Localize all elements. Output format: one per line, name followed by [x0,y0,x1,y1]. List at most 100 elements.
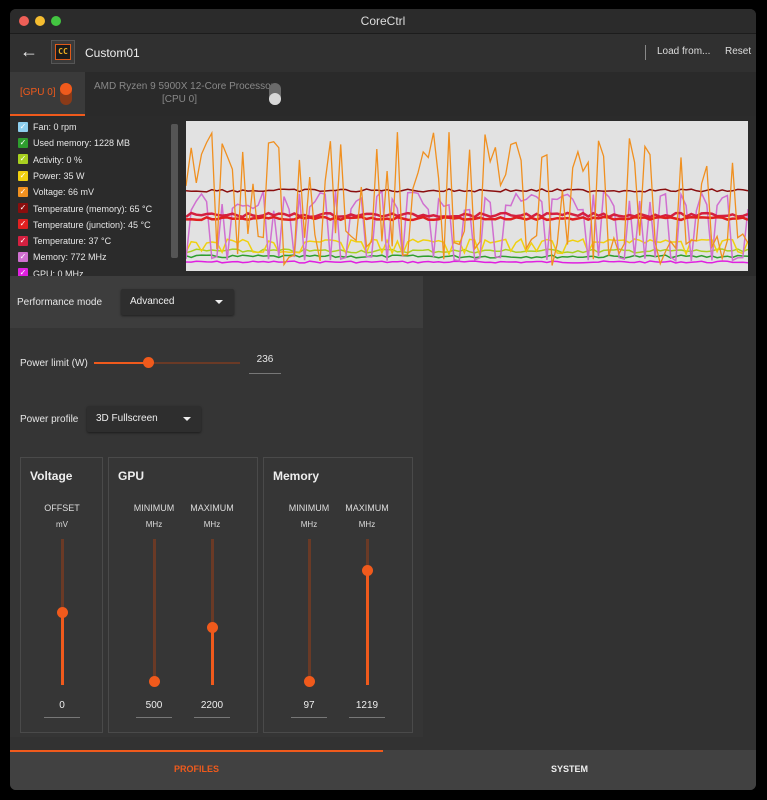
slider-fill [366,569,369,685]
slider-handle[interactable] [57,607,68,618]
sensor-item[interactable]: ✓ Fan: 0 rpm [18,120,77,134]
sensor-checkbox[interactable]: ✓ [18,170,28,181]
voltage-group: Voltage OFFSET mV 0 [20,457,103,733]
sensor-checkbox[interactable]: ✓ [18,219,28,230]
app-window: CoreCtrl ← CC Custom01 Load from... Rese… [10,9,756,790]
power-limit-label: Power limit (W) [20,358,88,369]
slider-handle[interactable] [143,357,155,368]
back-arrow-icon[interactable]: ← [20,41,38,62]
sensor-item[interactable]: ✓ Activity: 0 % [18,153,82,167]
sensor-label: Temperature: 37 °C [33,236,112,247]
voltage-offset-slider[interactable] [57,539,68,685]
header-divider [645,45,646,60]
toggle-knob [60,83,72,95]
sensor-list: ✓ Fan: 0 rpm ✓ Used memory: 1228 MB ✓ Activit… [10,116,182,276]
chevron-down-icon [183,417,191,421]
load-from-button[interactable]: Load from... [657,46,710,57]
sensor-checkbox[interactable]: ✓ [18,137,28,148]
sensor-item[interactable]: ✓ Temperature (junction): 45 °C [18,218,151,232]
power-profile-value: 3D Fullscreen [96,413,158,424]
sensor-item[interactable]: ✓ Used memory: 1228 MB [18,136,130,150]
profile-cpu-icon: CC [51,40,75,64]
tab-profiles[interactable]: PROFILES [10,750,383,790]
reset-button[interactable]: Reset [725,46,751,57]
sensor-graph-plot [186,121,748,271]
gpu-controls-panel: Performance mode Advanced Power limit (W… [10,276,423,737]
voltage-title: Voltage [30,469,73,483]
value-underline [349,717,385,718]
title-bar: CoreCtrl [10,9,756,34]
slider-fill [211,626,214,685]
tab-system[interactable]: SYSTEM [383,750,756,790]
voltage-unit: mV [56,520,68,529]
voltage-offset-value[interactable]: 0 [44,700,80,711]
performance-mode-dropdown[interactable]: Advanced [121,289,234,315]
toggle-knob [269,93,281,105]
sensor-item[interactable]: ✓ Temperature (memory): 65 °C [18,202,152,216]
sensor-checkbox[interactable]: ✓ [18,203,28,214]
sensor-label: Used memory: 1228 MB [33,138,131,149]
value-underline [136,717,172,718]
gpu-title: GPU [118,469,145,483]
power-limit-slider[interactable] [94,357,240,368]
gpu-clock-group: GPU MINIMUM MAXIMUM MHz MHz 500 2200 [108,457,258,733]
tab-cpu-0-label: [CPU 0] [162,94,198,105]
sensor-label: Temperature (junction): 45 °C [33,219,151,230]
slider-handle[interactable] [207,621,218,633]
sensor-checkbox[interactable]: ✓ [18,186,28,197]
power-limit-value[interactable]: 236 [249,354,281,365]
memory-title: Memory [273,469,320,483]
sensor-checkbox[interactable]: ✓ [18,121,28,132]
gpu-maximum-label: MAXIMUM [190,503,234,513]
memory-maximum-label: MAXIMUM [345,503,389,513]
gpu-max-unit: MHz [203,520,221,529]
window-title: CoreCtrl [360,14,406,28]
sensor-graph [182,116,756,276]
sensor-label: Temperature (memory): 65 °C [33,203,153,214]
sensor-item[interactable]: ✓ Temperature: 37 °C [18,234,111,248]
memory-minimum-value[interactable]: 97 [291,700,327,711]
memory-max-unit: MHz [358,520,376,529]
sensor-label: Memory: 772 MHz [33,252,107,263]
sensor-label: GPU: 0 MHz [33,268,84,276]
tab-gpu-0[interactable]: [GPU 0] [10,72,85,116]
cpu-0-enable-toggle[interactable] [269,83,281,105]
sensor-item[interactable]: ✓ Voltage: 66 mV [18,185,94,199]
sensor-checkbox[interactable]: ✓ [18,252,28,263]
sensor-item[interactable]: ✓ Power: 35 W [18,169,85,183]
value-underline [194,717,230,718]
performance-mode-label: Performance mode [17,297,103,308]
gpu-minimum-slider[interactable] [149,539,160,687]
bottom-tab-bar: PROFILES SYSTEM [10,750,756,790]
profile-name: Custom01 [85,46,140,60]
gpu-maximum-value[interactable]: 2200 [194,700,230,711]
sensor-checkbox[interactable]: ✓ [18,235,28,246]
chevron-down-icon [215,300,223,304]
sensor-checkbox[interactable]: ✓ [18,268,28,276]
gpu-maximum-slider[interactable] [207,539,218,685]
tab-system-label: SYSTEM [550,764,588,774]
memory-maximum-slider[interactable] [362,539,373,685]
sensor-item[interactable]: ✓ Memory: 772 MHz [18,250,107,264]
tab-cpu-0[interactable]: AMD Ryzen 9 5900X 12-Core Processor [CPU… [85,72,293,116]
value-underline [44,717,80,718]
tab-gpu-0-label: [GPU 0] [20,87,56,98]
memory-minimum-slider[interactable] [304,539,315,687]
slider-fill [94,362,149,364]
tab-cpu-0-name: AMD Ryzen 9 5900X 12-Core Processor [94,81,275,92]
sensor-list-scrollbar[interactable] [171,124,178,258]
gpu-0-enable-toggle[interactable] [60,83,72,105]
memory-clock-group: Memory MINIMUM MAXIMUM MHz MHz 97 1219 [263,457,413,733]
slider-fill [61,612,64,685]
power-profile-dropdown[interactable]: 3D Fullscreen [87,406,201,432]
slider-handle[interactable] [362,564,373,576]
slider-handle[interactable] [149,675,160,687]
memory-maximum-value[interactable]: 1219 [349,700,385,711]
slider-handle[interactable] [304,675,315,687]
sensor-item[interactable]: ✓ GPU: 0 MHz [18,267,84,276]
sensor-checkbox[interactable]: ✓ [18,154,28,165]
gpu-minimum-value[interactable]: 500 [136,700,172,711]
tab-underline [10,750,383,752]
device-tabs: [GPU 0] AMD Ryzen 9 5900X 12-Core Proces… [10,72,756,116]
power-profile-label: Power profile [20,414,79,425]
